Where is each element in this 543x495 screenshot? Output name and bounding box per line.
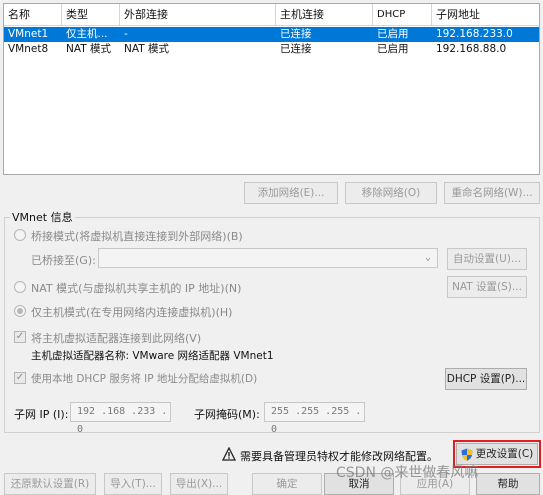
network-table: 名称 类型 外部连接 主机连接 DHCP 子网地址 VMnet1 仅主机... … [3, 3, 540, 175]
cell-dhcp: 已启用 [377, 43, 409, 55]
cell-external: - [124, 28, 128, 40]
hostonly-radio-label: 仅主机模式(在专用网络内连接虚拟机)(H) [31, 306, 233, 319]
cell-dhcp: 已启用 [377, 28, 409, 40]
table-row[interactable]: VMnet8 NAT 模式 NAT 模式 已连接 已启用 192.168.88.… [4, 42, 539, 57]
bridged-to-select[interactable]: ⌄ [98, 248, 438, 268]
subnet-ip-label: 子网 IP (I): [14, 408, 69, 421]
col-external[interactable]: 外部连接 [120, 4, 276, 26]
connect-adapter-checkbox[interactable]: ✓ [14, 331, 26, 343]
nat-radio[interactable] [14, 281, 26, 293]
remove-network-button[interactable]: 移除网络(O) [345, 182, 437, 204]
col-type[interactable]: 类型 [62, 4, 120, 26]
nat-radio-label: NAT 模式(与虚拟机共享主机的 IP 地址)(N) [31, 282, 242, 295]
bridge-radio[interactable] [14, 229, 26, 241]
cell-type: 仅主机... [66, 28, 108, 40]
use-dhcp-checkbox[interactable]: ✓ [14, 372, 26, 384]
watermark-text: CSDN @来世做春风嘛 [336, 465, 479, 481]
cell-name: VMnet8 [8, 43, 49, 55]
bridged-to-label: 已桥接至(G): [31, 254, 96, 267]
cell-type: NAT 模式 [66, 43, 111, 55]
nat-settings-button[interactable]: NAT 设置(S)... [447, 276, 527, 298]
info-title: VMnet 信息 [10, 209, 75, 225]
hostonly-radio[interactable] [14, 305, 26, 317]
cell-external: NAT 模式 [124, 43, 169, 55]
connect-adapter-label: 将主机虚拟适配器连接到此网络(V) [31, 332, 202, 345]
col-subnet[interactable]: 子网地址 [432, 4, 539, 26]
auto-settings-button[interactable]: 自动设置(U)... [447, 248, 527, 270]
subnet-mask-label: 子网掩码(M): [194, 408, 260, 421]
subnet-ip-field[interactable]: 192 .168 .233 . 0 [70, 402, 171, 435]
table-row[interactable]: VMnet1 仅主机... - 已连接 已启用 192.168.233.0 [4, 27, 539, 42]
cell-host: 已连接 [280, 28, 312, 40]
rename-network-button[interactable]: 重命名网络(W)... [444, 182, 540, 204]
col-host[interactable]: 主机连接 [276, 4, 373, 26]
table-header: 名称 类型 外部连接 主机连接 DHCP 子网地址 [4, 4, 539, 26]
cell-subnet: 192.168.233.0 [436, 28, 513, 40]
cell-subnet: 192.168.88.0 [436, 43, 507, 55]
subnet-mask-field[interactable]: 255 .255 .255 . 0 [264, 402, 365, 435]
cell-host: 已连接 [280, 43, 312, 55]
export-button[interactable]: 导出(X)... [170, 473, 228, 495]
warning-icon [221, 446, 237, 461]
adapter-name-text: 主机虚拟适配器名称: VMware 网络适配器 VMnet1 [31, 350, 274, 362]
import-button[interactable]: 导入(T)... [104, 473, 162, 495]
restore-defaults-button[interactable]: 还原默认设置(R) [4, 473, 96, 495]
use-dhcp-label: 使用本地 DHCP 服务将 IP 地址分配给虚拟机(D) [31, 373, 258, 385]
col-name[interactable]: 名称 [4, 4, 62, 26]
cell-name: VMnet1 [8, 28, 49, 40]
bridge-radio-label: 桥接模式(将虚拟机直接连接到外部网络)(B) [31, 230, 243, 243]
chevron-down-icon: ⌄ [424, 252, 431, 263]
help-button[interactable]: 帮助 [476, 473, 540, 495]
add-network-button[interactable]: 添加网络(E)... [244, 182, 338, 204]
ok-button[interactable]: 确定 [252, 473, 322, 495]
dhcp-settings-button[interactable]: DHCP 设置(P)... [445, 368, 527, 390]
col-dhcp[interactable]: DHCP [373, 4, 432, 26]
